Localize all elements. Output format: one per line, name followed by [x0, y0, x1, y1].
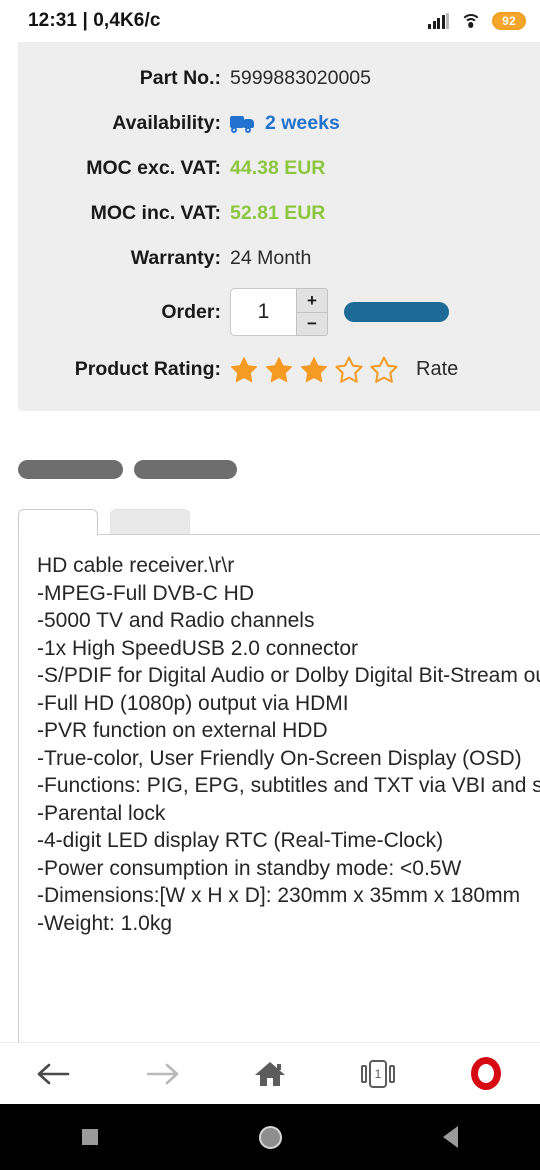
- browser-tabs-button[interactable]: 1: [324, 1043, 432, 1105]
- description-tab-strip: [18, 508, 540, 536]
- description-text: HD cable receiver.\r\r -MPEG-Full DVB-C …: [37, 554, 540, 935]
- placeholder-button-1[interactable]: [18, 460, 123, 479]
- info-row-availability: Availability: 2 weeks: [18, 101, 540, 146]
- label-part-no: Part No.:: [139, 67, 221, 89]
- web-page-viewport[interactable]: Part No.: 5999883020005 Availability: 2 …: [0, 42, 540, 1042]
- label-availability: Availability:: [112, 112, 221, 134]
- status-bar: 12:31 | 0,4K6/c 92: [0, 0, 540, 42]
- android-back-button[interactable]: [360, 1126, 540, 1148]
- value-moc-inc-vat: 52.81 EUR: [230, 202, 326, 224]
- info-row-part-no: Part No.: 5999883020005: [18, 56, 540, 101]
- info-row-warranty: Warranty: 24 Month: [18, 236, 540, 281]
- value-availability-wrap: 2 weeks: [230, 112, 340, 135]
- label-product-rating: Product Rating:: [74, 357, 221, 380]
- status-bar-indicators: 92: [428, 12, 526, 30]
- rating-stars[interactable]: [230, 356, 398, 383]
- tab-specifications[interactable]: [110, 509, 190, 536]
- star-filled-icon[interactable]: [265, 356, 293, 383]
- circle-home-icon: [258, 1125, 282, 1149]
- tab-switcher-icon: 1: [361, 1059, 395, 1089]
- signal-bars-icon: [428, 12, 449, 29]
- browser-home-button[interactable]: [216, 1043, 324, 1105]
- star-filled-icon[interactable]: [230, 356, 258, 383]
- battery-indicator: 92: [492, 12, 526, 30]
- value-part-no: 5999883020005: [230, 67, 371, 89]
- info-row-moc-inc-vat: MOC inc. VAT: 52.81 EUR: [18, 191, 540, 236]
- square-recents-icon: [82, 1129, 98, 1145]
- tab-description[interactable]: [18, 509, 98, 536]
- tab-count: 1: [369, 1059, 387, 1088]
- wifi-icon: [460, 13, 481, 29]
- browser-forward-button[interactable]: [108, 1043, 216, 1105]
- browser-back-button[interactable]: [0, 1043, 108, 1105]
- browser-menu-button[interactable]: [432, 1043, 540, 1105]
- add-to-cart-button[interactable]: [344, 302, 449, 322]
- quantity-decrement-button[interactable]: −: [297, 313, 327, 336]
- arrow-right-icon: [146, 1063, 179, 1084]
- label-warranty: Warranty:: [130, 247, 221, 269]
- triangle-back-icon: [442, 1126, 458, 1148]
- star-filled-icon[interactable]: [300, 356, 328, 383]
- placeholder-button-2[interactable]: [134, 460, 237, 479]
- android-home-button[interactable]: [180, 1125, 360, 1149]
- action-button-placeholders: [18, 460, 237, 479]
- product-info-panel: Part No.: 5999883020005 Availability: 2 …: [18, 42, 540, 411]
- star-empty-icon[interactable]: [335, 356, 363, 383]
- android-recents-button[interactable]: [0, 1129, 180, 1145]
- home-icon: [255, 1061, 285, 1086]
- delivery-truck-icon: [230, 115, 256, 133]
- value-warranty: 24 Month: [230, 247, 312, 269]
- status-bar-clock: 12:31 | 0,4K6/c: [28, 10, 161, 31]
- star-empty-icon[interactable]: [370, 356, 398, 383]
- label-moc-exc-vat: MOC exc. VAT:: [86, 157, 221, 179]
- info-row-moc-exc-vat: MOC exc. VAT: 44.38 EUR: [18, 146, 540, 191]
- quantity-stepper[interactable]: 1 + −: [230, 288, 328, 336]
- opera-logo-icon: [471, 1057, 501, 1090]
- value-moc-exc-vat: 44.38 EUR: [230, 157, 326, 179]
- label-order: Order:: [161, 300, 221, 323]
- quantity-spinner[interactable]: + −: [296, 288, 328, 336]
- quantity-input[interactable]: 1: [230, 288, 296, 336]
- rate-link[interactable]: Rate: [416, 358, 458, 381]
- info-row-order: Order: 1 + −: [18, 281, 540, 343]
- quantity-increment-button[interactable]: +: [297, 289, 327, 313]
- android-navigation-bar: [0, 1104, 540, 1170]
- value-availability: 2 weeks: [265, 112, 340, 134]
- info-row-product-rating: Product Rating: Rate: [18, 343, 540, 395]
- browser-toolbar: 1: [0, 1042, 540, 1104]
- order-controls: 1 + −: [230, 288, 449, 336]
- label-moc-inc-vat: MOC inc. VAT:: [90, 202, 221, 224]
- description-panel: HD cable receiver.\r\r -MPEG-Full DVB-C …: [18, 534, 540, 1042]
- arrow-left-icon: [37, 1063, 70, 1084]
- rating-controls: Rate: [230, 356, 458, 383]
